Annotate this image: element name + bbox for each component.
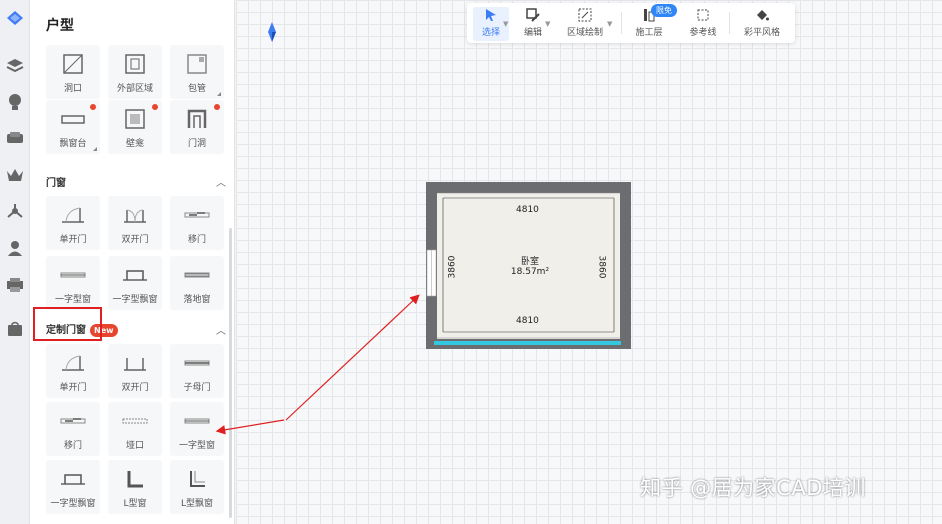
annotation-arrows (215, 294, 420, 435)
watermark: 知乎 @居为家CAD培训 (640, 476, 866, 500)
